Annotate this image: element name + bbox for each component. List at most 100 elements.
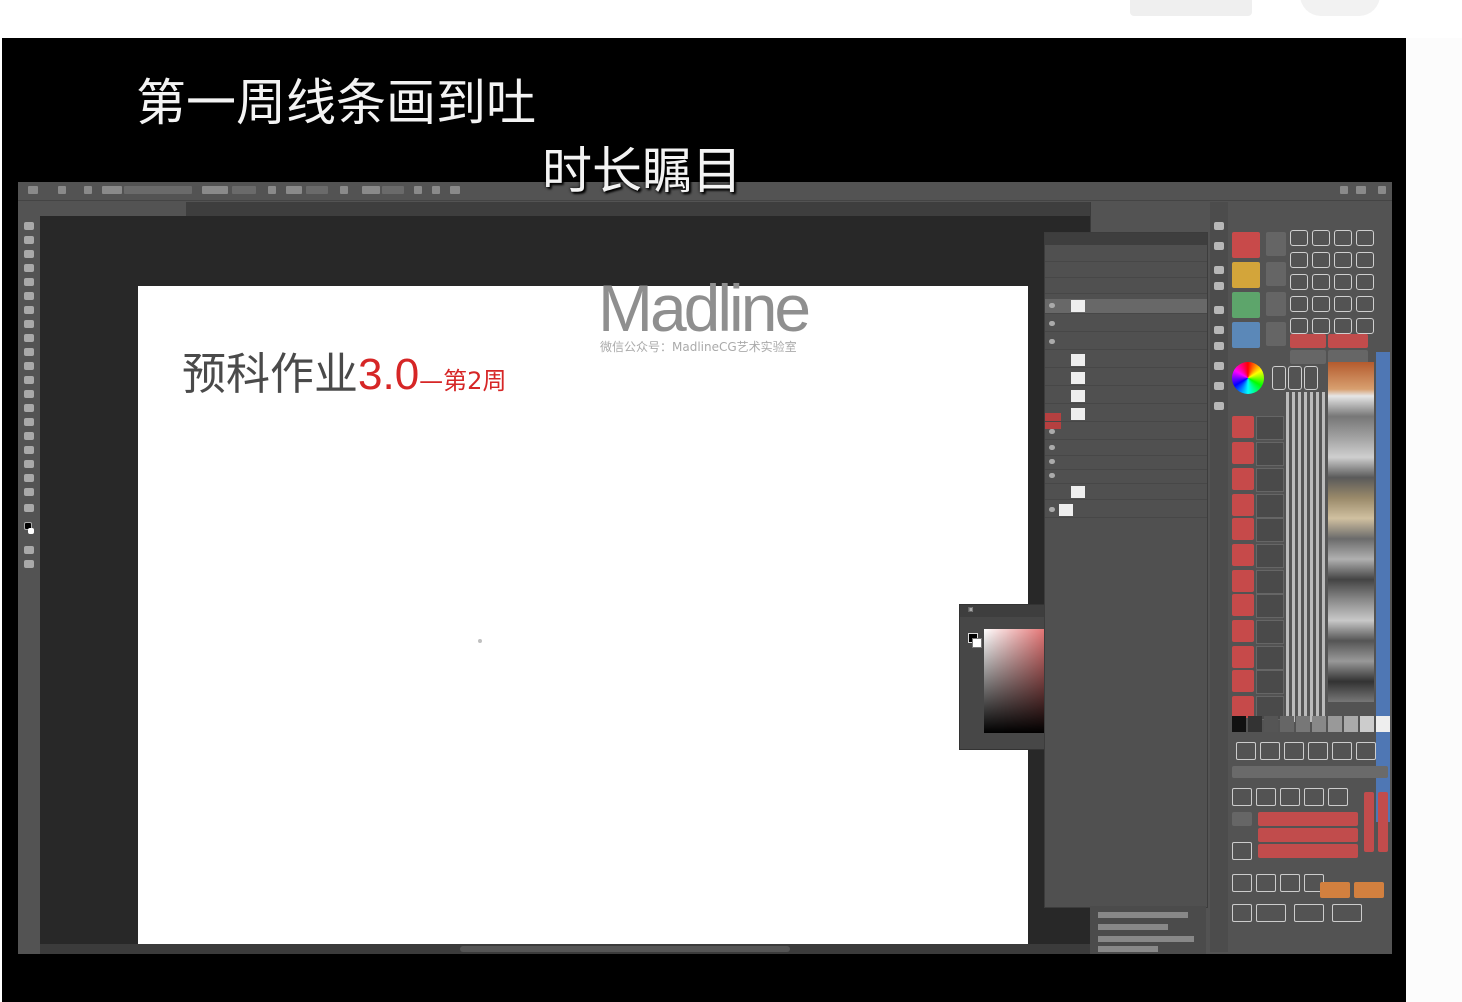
gray-swatch[interactable] <box>1264 716 1278 732</box>
brush-name[interactable] <box>1256 594 1284 618</box>
color-wheel[interactable] <box>1232 362 1264 394</box>
eye-icon[interactable] <box>1049 459 1055 464</box>
layer-group-row[interactable] <box>1045 425 1207 440</box>
brush-slot[interactable] <box>1232 570 1254 592</box>
brush-name[interactable] <box>1256 468 1284 492</box>
brush-name[interactable] <box>1256 620 1284 644</box>
brush-icon[interactable] <box>1334 318 1352 334</box>
layer-group-row[interactable] <box>1045 441 1207 456</box>
eye-icon[interactable] <box>1049 321 1055 326</box>
history-brush-tool-icon[interactable] <box>24 348 34 356</box>
mode-dropdown[interactable] <box>124 186 192 194</box>
brush-icon[interactable] <box>28 186 38 194</box>
layers-panel-header[interactable] <box>1045 233 1207 245</box>
levels-icon[interactable] <box>1260 742 1280 760</box>
opacity-preset[interactable] <box>1266 232 1286 256</box>
eye-icon[interactable] <box>1049 507 1055 512</box>
brush-preview-strip[interactable] <box>1328 362 1374 702</box>
preset-button[interactable] <box>1328 334 1368 348</box>
screen-mode-icon[interactable] <box>24 560 34 568</box>
share-icon[interactable] <box>1378 186 1386 194</box>
frame-icon[interactable] <box>1356 252 1374 268</box>
brush-slot[interactable] <box>1232 594 1254 616</box>
flow-field[interactable] <box>306 186 328 194</box>
panel-icon[interactable] <box>1214 326 1224 334</box>
panel-icon[interactable] <box>1214 342 1224 350</box>
blend-mode-buttons[interactable] <box>1258 844 1358 858</box>
layer-row[interactable] <box>1045 407 1207 422</box>
gray-swatch[interactable] <box>1232 716 1246 732</box>
marquee-tool-icon[interactable] <box>24 236 34 244</box>
gear-icon[interactable] <box>1236 742 1256 760</box>
gray-swatch[interactable] <box>1312 716 1326 732</box>
opacity-presets-row[interactable] <box>1232 766 1388 778</box>
workspace-icon[interactable] <box>1356 186 1366 194</box>
tab-document[interactable] <box>40 202 186 216</box>
pen-tool-icon[interactable] <box>24 418 34 426</box>
panel-icon[interactable] <box>1214 222 1224 230</box>
lasso-tool-icon[interactable] <box>24 250 34 258</box>
smoothing-field[interactable] <box>382 186 404 194</box>
zoom-tool-icon[interactable] <box>24 488 34 496</box>
panel-icon[interactable] <box>1214 362 1224 370</box>
opacity-field[interactable] <box>232 186 256 194</box>
transform-icon[interactable] <box>1280 788 1300 806</box>
rect-icon[interactable] <box>1312 274 1330 290</box>
mask-icon[interactable] <box>1232 842 1252 860</box>
horizontal-scrollbar[interactable] <box>460 946 790 952</box>
brush-slot[interactable] <box>1232 646 1254 668</box>
opacity-preset[interactable] <box>1266 292 1286 316</box>
brush-slot[interactable] <box>1232 468 1254 490</box>
panel-icon[interactable] <box>1214 306 1224 314</box>
gray-swatch[interactable] <box>1344 716 1358 732</box>
quick-mask-icon[interactable] <box>24 546 34 554</box>
gray-swatch[interactable] <box>1248 716 1262 732</box>
gray-swatch[interactable] <box>1360 716 1374 732</box>
panel-icon[interactable] <box>1214 266 1224 274</box>
layer-group-row[interactable] <box>1045 335 1207 350</box>
transform-icon[interactable] <box>1232 788 1252 806</box>
brush-slot[interactable] <box>1232 416 1254 438</box>
gray-swatch[interactable] <box>1280 716 1294 732</box>
history-item[interactable] <box>1098 946 1158 952</box>
brush-category-tabs[interactable] <box>1376 352 1390 822</box>
layer-row[interactable] <box>1045 371 1207 386</box>
brush-name[interactable] <box>1256 544 1284 568</box>
panel-icon[interactable] <box>1214 382 1224 390</box>
color-swatch[interactable] <box>1232 292 1260 318</box>
orange-button[interactable] <box>1354 882 1384 898</box>
adjust-icon[interactable] <box>1256 874 1276 892</box>
brush-name[interactable] <box>1256 670 1284 694</box>
brush-dynamics-icon[interactable] <box>1288 366 1302 390</box>
orange-button[interactable] <box>1320 882 1350 898</box>
brush-slot[interactable] <box>1232 494 1254 516</box>
layer-filter-row[interactable] <box>1045 247 1207 262</box>
background-swatch[interactable] <box>972 638 982 648</box>
eye-icon[interactable] <box>1049 429 1055 434</box>
move-tool-icon[interactable] <box>24 222 34 230</box>
blur-tool-icon[interactable] <box>24 390 34 398</box>
layer-group-row[interactable] <box>1045 455 1207 470</box>
top-avatar[interactable] <box>1300 0 1380 16</box>
eye-icon[interactable] <box>1049 303 1055 308</box>
healing-tool-icon[interactable] <box>24 306 34 314</box>
gray-swatch[interactable] <box>1376 716 1390 732</box>
panel-icon[interactable] <box>1214 402 1224 410</box>
lasso-icon[interactable] <box>1334 252 1352 268</box>
selective-color-icon[interactable] <box>1308 742 1328 760</box>
history-item[interactable] <box>1098 912 1188 918</box>
brush-name[interactable] <box>1256 416 1284 440</box>
video-player[interactable]: 第一周线条画到吐 时长瞩目 Madline 微信公众号：MadlineCG艺术实… <box>2 38 1406 1002</box>
background-layer-row[interactable] <box>1045 503 1207 518</box>
stamp-tool-icon[interactable] <box>24 334 34 342</box>
dodge-tool-icon[interactable] <box>24 404 34 412</box>
circle-icon[interactable] <box>1312 296 1330 312</box>
quick-select-tool-icon[interactable] <box>24 264 34 272</box>
brush-tool-icon[interactable] <box>24 320 34 328</box>
brush-slot[interactable] <box>1232 442 1254 464</box>
layer-row[interactable] <box>1045 353 1207 368</box>
eraser-tool-icon[interactable] <box>24 362 34 370</box>
transform-icon[interactable] <box>1304 788 1324 806</box>
filter-tab[interactable] <box>1378 792 1388 852</box>
eyedropper-tool-icon[interactable] <box>24 292 34 300</box>
